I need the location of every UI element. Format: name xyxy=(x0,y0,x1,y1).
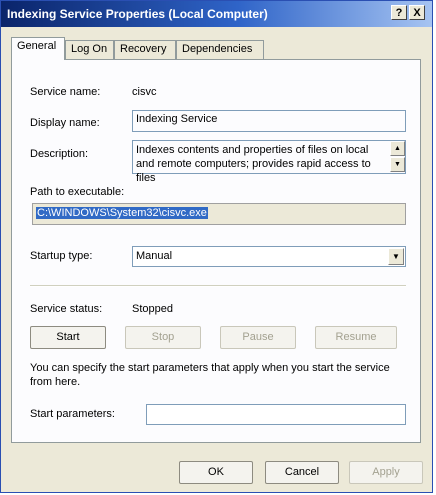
divider xyxy=(30,285,406,287)
description-text: Indexes contents and properties of files… xyxy=(136,144,371,184)
scroll-down-arrow-icon[interactable]: ▼ xyxy=(390,157,405,172)
start-params-input[interactable] xyxy=(146,404,406,425)
ok-button[interactable]: OK xyxy=(179,461,253,484)
start-button[interactable]: Start xyxy=(30,326,106,349)
tab-general[interactable]: General xyxy=(11,37,65,60)
pause-button[interactable]: Pause xyxy=(220,326,296,349)
chevron-down-icon[interactable]: ▼ xyxy=(388,248,404,265)
tab-log-on[interactable]: Log On xyxy=(65,40,114,59)
properties-dialog: Indexing Service Properties (Local Compu… xyxy=(0,0,433,493)
path-field[interactable]: C:\WINDOWS\System32\cisvc.exe xyxy=(32,203,406,225)
cancel-button[interactable]: Cancel xyxy=(265,461,339,484)
service-name-label: Service name: xyxy=(30,86,101,98)
general-tab-panel: Service name: cisvc Display name: Indexi… xyxy=(11,59,421,443)
description-box[interactable]: Indexes contents and properties of files… xyxy=(132,140,406,184)
window-title: Indexing Service Properties (Local Compu… xyxy=(7,7,268,21)
description-label: Description: xyxy=(30,148,89,160)
display-name-label: Display name: xyxy=(30,117,100,129)
start-params-label: Start parameters: xyxy=(30,408,115,420)
stop-button[interactable]: Stop xyxy=(125,326,201,349)
display-name-field[interactable]: Indexing Service xyxy=(132,110,406,132)
startup-type-label: Startup type: xyxy=(30,250,93,262)
title-bar[interactable]: Indexing Service Properties (Local Compu… xyxy=(1,1,432,27)
startup-type-value: Manual xyxy=(136,250,173,262)
tab-dependencies[interactable]: Dependencies xyxy=(176,40,264,59)
tab-recovery[interactable]: Recovery xyxy=(114,40,176,59)
path-label: Path to executable: xyxy=(30,186,125,198)
resume-button[interactable]: Resume xyxy=(315,326,397,349)
close-button[interactable]: X xyxy=(409,5,425,20)
start-params-hint: You can specify the start parameters tha… xyxy=(30,362,390,388)
service-status-label: Service status: xyxy=(30,303,103,315)
path-value: C:\WINDOWS\System32\cisvc.exe xyxy=(36,207,208,219)
apply-button[interactable]: Apply xyxy=(349,461,423,484)
startup-type-select[interactable]: Manual ▼ xyxy=(132,246,406,267)
scroll-up-arrow-icon[interactable]: ▲ xyxy=(390,141,405,156)
help-button[interactable]: ? xyxy=(391,5,407,20)
service-name-value: cisvc xyxy=(132,86,157,98)
service-status-value: Stopped xyxy=(132,303,173,315)
